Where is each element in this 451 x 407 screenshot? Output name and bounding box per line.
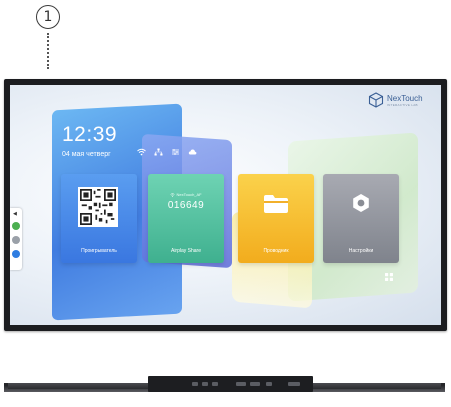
cube-logo-icon (368, 92, 384, 108)
gear-icon (353, 194, 369, 212)
apps-grid-icon[interactable] (384, 272, 394, 282)
clock-date: 04 мая четверг (62, 151, 111, 158)
brand-name: NexTouch (387, 93, 423, 103)
port-typec (266, 382, 272, 386)
tile-settings[interactable]: Настройки (323, 174, 399, 263)
tile-file-explorer[interactable]: Проводник (238, 174, 314, 263)
cloud-status-icon[interactable] (187, 148, 197, 158)
wifi-icon (170, 193, 176, 197)
port-usb (202, 382, 208, 386)
tile-player-label: Проигрыватель (81, 248, 117, 254)
home-button-icon[interactable] (12, 236, 20, 244)
tile-settings-label: Настройки (348, 248, 374, 254)
port-hdmi (236, 382, 246, 386)
port-usb (212, 382, 218, 386)
wifi-status-icon[interactable] (136, 148, 146, 158)
brand-tagline: INTERACTIVE LAB (387, 102, 418, 107)
brand-logo: NexTouch INTERACTIVE LAB (368, 92, 423, 108)
qr-code-icon (78, 187, 118, 227)
side-toolbar: ◀ (10, 208, 22, 270)
chevron-left-icon[interactable]: ◀ (13, 211, 17, 217)
clock-time: 12:39 (62, 123, 118, 146)
status-icons (136, 148, 197, 158)
airplay-network-name: NexTouch_AF (176, 192, 202, 197)
port-panel (148, 376, 313, 392)
sliders-icon[interactable] (170, 148, 180, 158)
tile-airplay-share[interactable]: NexTouch_AF 016649 Airplay Share (148, 174, 224, 263)
airplay-code: 016649 (167, 200, 205, 211)
network-status-icon[interactable] (153, 148, 163, 158)
display-screen: 12:39 04 мая четверг Проигрыватель NexTo… (10, 85, 441, 325)
menu-button-icon[interactable] (12, 250, 20, 258)
callout-leader-line (47, 33, 49, 69)
port-hdmi (250, 382, 260, 386)
back-button-icon[interactable] (12, 222, 20, 230)
tile-airplay-label: Airplay Share (170, 248, 201, 254)
port-buttons (288, 382, 300, 386)
tile-file-explorer-label: Проводник (263, 248, 289, 254)
airplay-network-label: NexTouch_AF (148, 192, 224, 197)
callout-number: 1 (36, 5, 60, 29)
folder-icon (264, 195, 288, 213)
port-usb (192, 382, 198, 386)
tile-player[interactable]: Проигрыватель (61, 174, 137, 263)
